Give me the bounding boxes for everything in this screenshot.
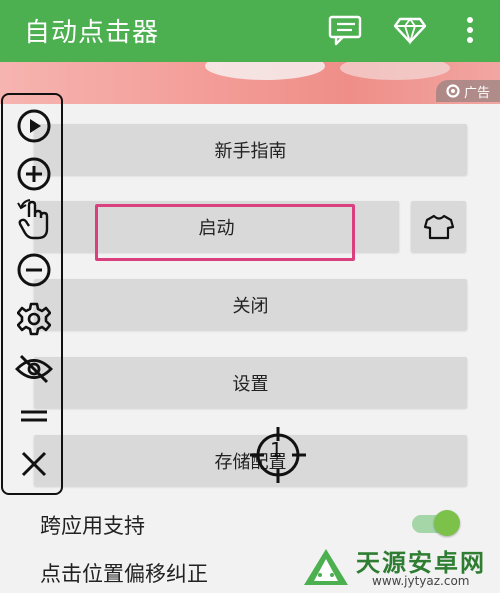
watermark-title: 天源安卓网	[356, 549, 486, 577]
add-icon[interactable]	[15, 155, 53, 193]
settings-button[interactable]: 设置	[34, 357, 467, 408]
diamond-icon[interactable]	[390, 10, 430, 50]
tap-gesture-icon[interactable]	[15, 199, 53, 240]
click-target-number: 1	[270, 438, 283, 462]
chat-icon[interactable]	[326, 10, 366, 50]
play-icon[interactable]	[15, 107, 53, 145]
floating-toolbar[interactable]	[1, 93, 63, 495]
start-button-highlight	[95, 204, 355, 261]
toggle-thumb	[434, 510, 460, 536]
app-bar: 自动点击器	[0, 0, 500, 62]
drag-handle-icon[interactable]	[15, 397, 53, 435]
guide-button[interactable]: 新手指南	[34, 124, 467, 175]
ad-banner[interactable]	[0, 62, 500, 104]
theme-button[interactable]	[411, 201, 466, 252]
more-vert-icon[interactable]	[450, 10, 490, 50]
cross-app-label: 跨应用支持	[40, 514, 145, 538]
ad-badge[interactable]: 广告	[436, 80, 500, 102]
remove-icon[interactable]	[15, 251, 53, 289]
banner-decor	[205, 62, 325, 80]
shirt-icon	[423, 214, 454, 239]
close-icon[interactable]	[15, 445, 53, 483]
settings-icon[interactable]	[15, 300, 53, 338]
watermark-logo	[300, 545, 352, 589]
eye-off-icon[interactable]	[15, 350, 53, 388]
cross-app-toggle[interactable]	[412, 510, 460, 536]
close-button[interactable]: 关闭	[34, 279, 467, 330]
watermark-url: www.jytyaz.com	[372, 574, 470, 588]
banner-decor	[340, 62, 450, 80]
offset-correction-label: 点击位置偏移纠正	[40, 562, 208, 586]
ad-icon	[446, 84, 460, 98]
app-title: 自动点击器	[24, 18, 160, 48]
ad-badge-label: 广告	[463, 85, 490, 101]
